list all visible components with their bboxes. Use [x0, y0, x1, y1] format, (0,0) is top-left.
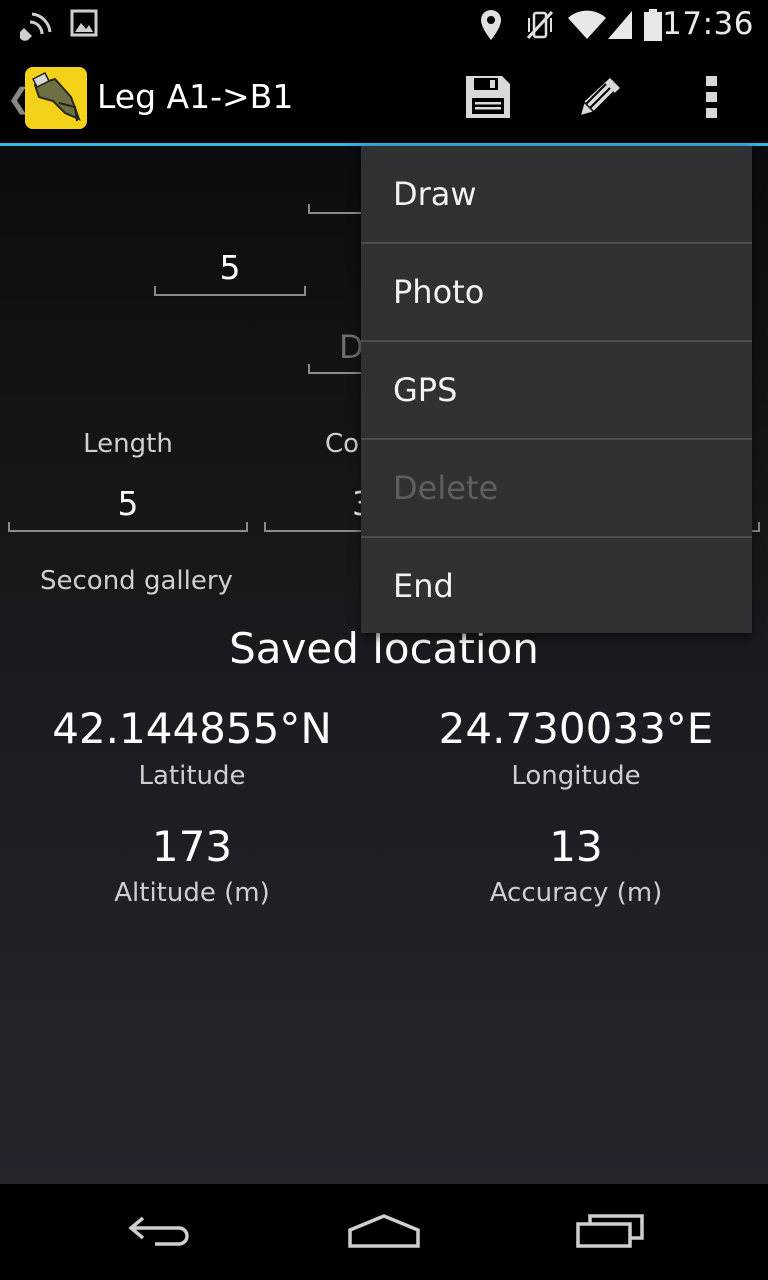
latitude-label: Latitude [138, 761, 246, 791]
note-text: Second gallery [40, 566, 233, 596]
altitude-value: 173 [151, 822, 233, 871]
home-icon [346, 1210, 422, 1254]
status-bar: 17:36 [0, 0, 768, 50]
recent-apps-button[interactable] [560, 1202, 660, 1262]
partial-label-2: Co [325, 429, 360, 459]
image-notification-icon [70, 8, 98, 42]
menu-item-photo[interactable]: Photo [361, 244, 752, 341]
menu-item-delete: Delete [361, 440, 752, 537]
partial-field-hint[interactable]: D [339, 328, 364, 366]
accuracy-label: Accuracy (m) [489, 878, 663, 908]
overflow-menu-button[interactable] [682, 68, 742, 130]
signal-icon [606, 8, 634, 44]
field-underline [308, 364, 368, 374]
length-value-field[interactable]: 5 [118, 484, 139, 523]
overflow-menu-icon [702, 74, 722, 124]
page-title: Leg A1->B1 [97, 77, 294, 116]
latitude-value: 42.144855°N [52, 704, 332, 753]
save-icon [464, 74, 512, 124]
back-button[interactable] [110, 1202, 210, 1262]
menu-item-draw[interactable]: Draw [361, 146, 752, 243]
edit-button[interactable] [570, 68, 630, 130]
accuracy-value: 13 [549, 822, 603, 871]
edit-icon [576, 74, 624, 124]
save-button[interactable] [458, 68, 518, 130]
length-label: Length [83, 429, 173, 459]
menu-item-label: Draw [393, 175, 477, 213]
nfc-icon [16, 8, 56, 48]
menu-item-label: Delete [393, 469, 499, 507]
battery-icon [642, 8, 664, 46]
menu-item-label: GPS [393, 371, 458, 409]
wifi-icon [566, 8, 608, 44]
longitude-label: Longitude [511, 761, 641, 791]
vibrate-icon [524, 8, 556, 46]
longitude-value: 24.730033°E [438, 704, 714, 753]
overflow-menu: Draw Photo GPS Delete End [361, 146, 752, 633]
back-icon [125, 1210, 195, 1254]
menu-item-gps[interactable]: GPS [361, 342, 752, 439]
menu-item-end[interactable]: End [361, 538, 752, 635]
menu-item-label: Photo [393, 273, 485, 311]
navigation-bar [0, 1184, 768, 1280]
location-icon [478, 8, 504, 46]
field-underline [154, 286, 306, 296]
recent-apps-icon [574, 1210, 646, 1254]
status-time: 17:36 [662, 6, 754, 42]
top-value-field[interactable]: 5 [220, 248, 241, 287]
menu-item-label: End [393, 567, 454, 605]
app-icon[interactable] [25, 67, 87, 129]
field-underline-top[interactable] [308, 204, 368, 214]
altitude-label: Altitude (m) [114, 878, 270, 908]
home-button[interactable] [334, 1202, 434, 1262]
field-underline [8, 522, 248, 532]
